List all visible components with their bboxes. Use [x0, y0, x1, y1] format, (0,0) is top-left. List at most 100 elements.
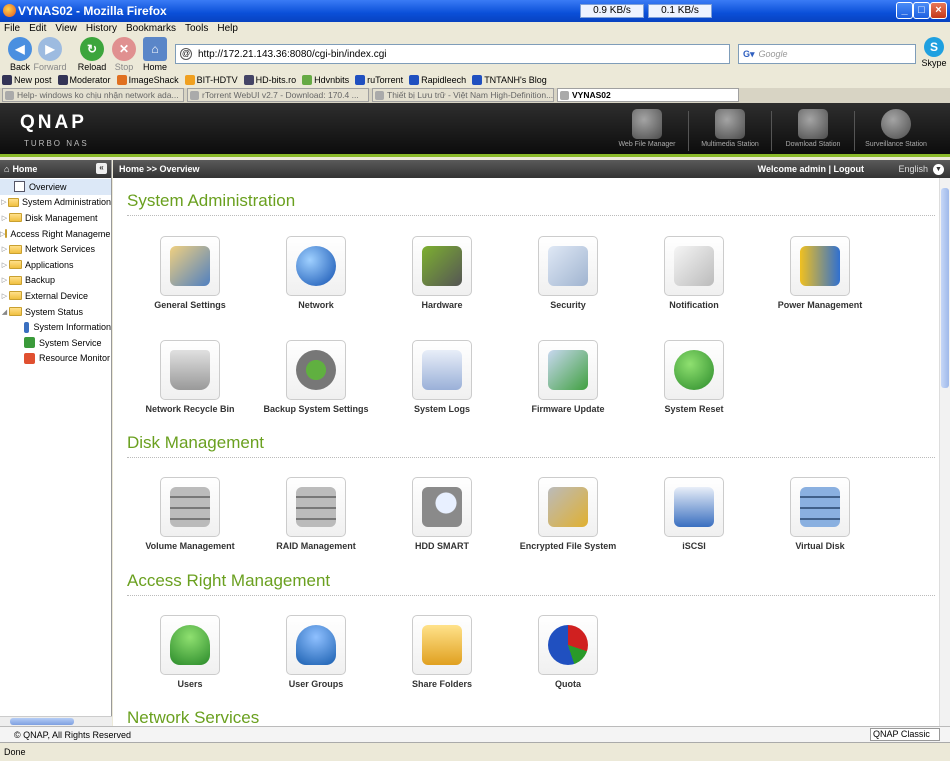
scrollbar-thumb[interactable] [10, 718, 74, 725]
home-button[interactable]: ⌂ Home [135, 37, 175, 72]
browser-tab[interactable]: Thiết bị Lưu trữ - Việt Nam High-Definit… [372, 88, 554, 102]
skype-button[interactable]: S Skype [914, 37, 950, 68]
tree-item-system-service[interactable]: System Service [0, 335, 111, 351]
menu-bookmarks[interactable]: Bookmarks [126, 22, 176, 36]
menu-help[interactable]: Help [217, 22, 238, 36]
tree-item-system-administration[interactable]: ▷ System Administration [0, 195, 111, 211]
multimedia-station-icon [715, 109, 745, 139]
expand-icon: ▷ [1, 277, 8, 285]
menu-tools[interactable]: Tools [185, 22, 208, 36]
raid-management-item[interactable]: RAID Management [253, 477, 379, 551]
surveillance-station-button[interactable]: Surveillance Station [854, 109, 938, 148]
users-item[interactable]: Users [127, 615, 253, 689]
tree-item-applications[interactable]: ▷ Applications [0, 257, 111, 273]
virtual-disk-item[interactable]: Virtual Disk [757, 477, 883, 551]
tree-item-backup[interactable]: ▷ Backup [0, 273, 111, 289]
tree-item-external-device[interactable]: ▷ External Device [0, 288, 111, 304]
bookmark-item[interactable]: TNTANH's Blog [472, 72, 547, 88]
tree-label: External Device [25, 290, 89, 301]
bookmarks-toolbar: New post Moderator ImageShack BIT-HDTV H… [0, 72, 950, 88]
bookmark-icon [243, 75, 254, 85]
menu-history[interactable]: History [86, 22, 117, 36]
user-groups-item[interactable]: User Groups [253, 615, 379, 689]
tree-item-access-right[interactable]: ▷ Access Right Management [0, 226, 111, 242]
bookmark-label: Rapidleech [421, 75, 467, 85]
power-management-item[interactable]: Power Management [757, 236, 883, 310]
bookmark-item[interactable]: ruTorrent [355, 72, 403, 88]
theme-select[interactable]: QNAP Classic [870, 728, 940, 741]
scrollbar-thumb[interactable] [941, 188, 949, 388]
general-settings-item[interactable]: General Settings [127, 236, 253, 310]
share-folders-item[interactable]: Share Folders [379, 615, 505, 689]
web-file-manager-button[interactable]: Web File Manager [605, 109, 689, 148]
bookmark-item[interactable]: Moderator [57, 72, 111, 88]
notification-item[interactable]: Notification [631, 236, 757, 310]
network-recycle-bin-item[interactable]: Network Recycle Bin [127, 340, 253, 414]
encrypted-file-system-item[interactable]: Encrypted File System [505, 477, 631, 551]
bookmark-label: Moderator [69, 75, 111, 85]
item-label: Backup System Settings [263, 404, 369, 414]
tree-item-overview[interactable]: Overview [0, 179, 111, 195]
close-button[interactable]: × [930, 2, 947, 19]
bookmark-item[interactable]: New post [2, 72, 52, 88]
browser-tab-active[interactable]: VYNAS02 [557, 88, 739, 102]
search-input[interactable]: G▾ Google [738, 44, 916, 64]
tree-label: Overview [29, 181, 67, 192]
backup-system-settings-item[interactable]: Backup System Settings [253, 340, 379, 414]
hdd-smart-item[interactable]: HDD SMART [379, 477, 505, 551]
tree-item-network-services[interactable]: ▷ Network Services [0, 241, 111, 257]
forward-button[interactable]: ▶ Forward [30, 37, 70, 72]
breadcrumb[interactable]: Home >> Overview [119, 164, 200, 174]
system-logs-item[interactable]: System Logs [379, 340, 505, 414]
tree-label: Applications [25, 259, 74, 270]
section-title: Disk Management [127, 433, 935, 458]
bookmark-item[interactable]: HD-bits.ro [243, 72, 296, 88]
main-vertical-scrollbar[interactable] [939, 178, 950, 726]
maximize-button[interactable]: □ [913, 2, 930, 19]
section-title: Network Services [127, 708, 935, 726]
bookmark-item[interactable]: BIT-HDTV [184, 72, 238, 88]
bookmark-item[interactable]: Hdvnbits [302, 72, 349, 88]
skype-icon: S [924, 37, 944, 57]
bookmark-icon [184, 75, 195, 85]
tree-item-resource-monitor[interactable]: Resource Monitor [0, 351, 111, 367]
browser-tab[interactable]: Help- windows ko chịu nhận network ada..… [2, 88, 184, 102]
menu-edit[interactable]: Edit [29, 22, 46, 36]
expand-icon: ▷ [1, 261, 8, 269]
language-label: English [898, 164, 928, 174]
download-station-button[interactable]: Download Station [771, 109, 855, 148]
firmware-update-item[interactable]: Firmware Update [505, 340, 631, 414]
language-selector[interactable]: English ▼ [898, 163, 944, 175]
iscsi-target-icon [674, 487, 714, 527]
download-station-icon [798, 109, 828, 139]
minimize-button[interactable]: _ [896, 2, 913, 19]
security-item[interactable]: Security [505, 236, 631, 310]
url-bar[interactable]: @ http://172.21.143.36:8080/cgi-bin/index… [175, 44, 730, 64]
network-item[interactable]: Network [253, 236, 379, 310]
bookmark-item[interactable]: ImageShack [116, 72, 179, 88]
system-reset-item[interactable]: System Reset [631, 340, 757, 414]
bookmark-item[interactable]: Rapidleech [409, 72, 466, 88]
menu-file[interactable]: File [4, 22, 20, 36]
reload-icon: ↻ [80, 37, 104, 61]
volume-management-item[interactable]: Volume Management [127, 477, 253, 551]
tree-label: System Service [39, 337, 102, 348]
welcome-logout[interactable]: Welcome admin | Logout [758, 164, 864, 174]
iscsi-item[interactable]: iSCSI [631, 477, 757, 551]
quota-item[interactable]: Quota [505, 615, 631, 689]
menu-view[interactable]: View [55, 22, 77, 36]
tree-item-system-information[interactable]: System Information [0, 319, 111, 335]
tree-label: System Status [25, 306, 84, 317]
browser-tab[interactable]: rTorrent WebUI v2.7 - Download: 170.4 ..… [187, 88, 369, 102]
hardware-item[interactable]: Hardware [379, 236, 505, 310]
sidebar-horizontal-scrollbar[interactable] [0, 716, 112, 726]
bookmark-label: ruTorrent [367, 75, 404, 85]
tree-item-disk-management[interactable]: ▷ Disk Management [0, 210, 111, 226]
back-arrow-icon: ◀ [8, 37, 32, 61]
multimedia-station-button[interactable]: Multimedia Station [688, 109, 772, 148]
window-title: VYNAS02 - Mozilla Firefox [18, 4, 167, 18]
collapse-sidebar-button[interactable]: « [96, 163, 107, 174]
item-label: Share Folders [411, 679, 473, 689]
tree-item-system-status[interactable]: ◢ System Status [0, 304, 111, 320]
virtual-disk-icon [800, 487, 840, 527]
